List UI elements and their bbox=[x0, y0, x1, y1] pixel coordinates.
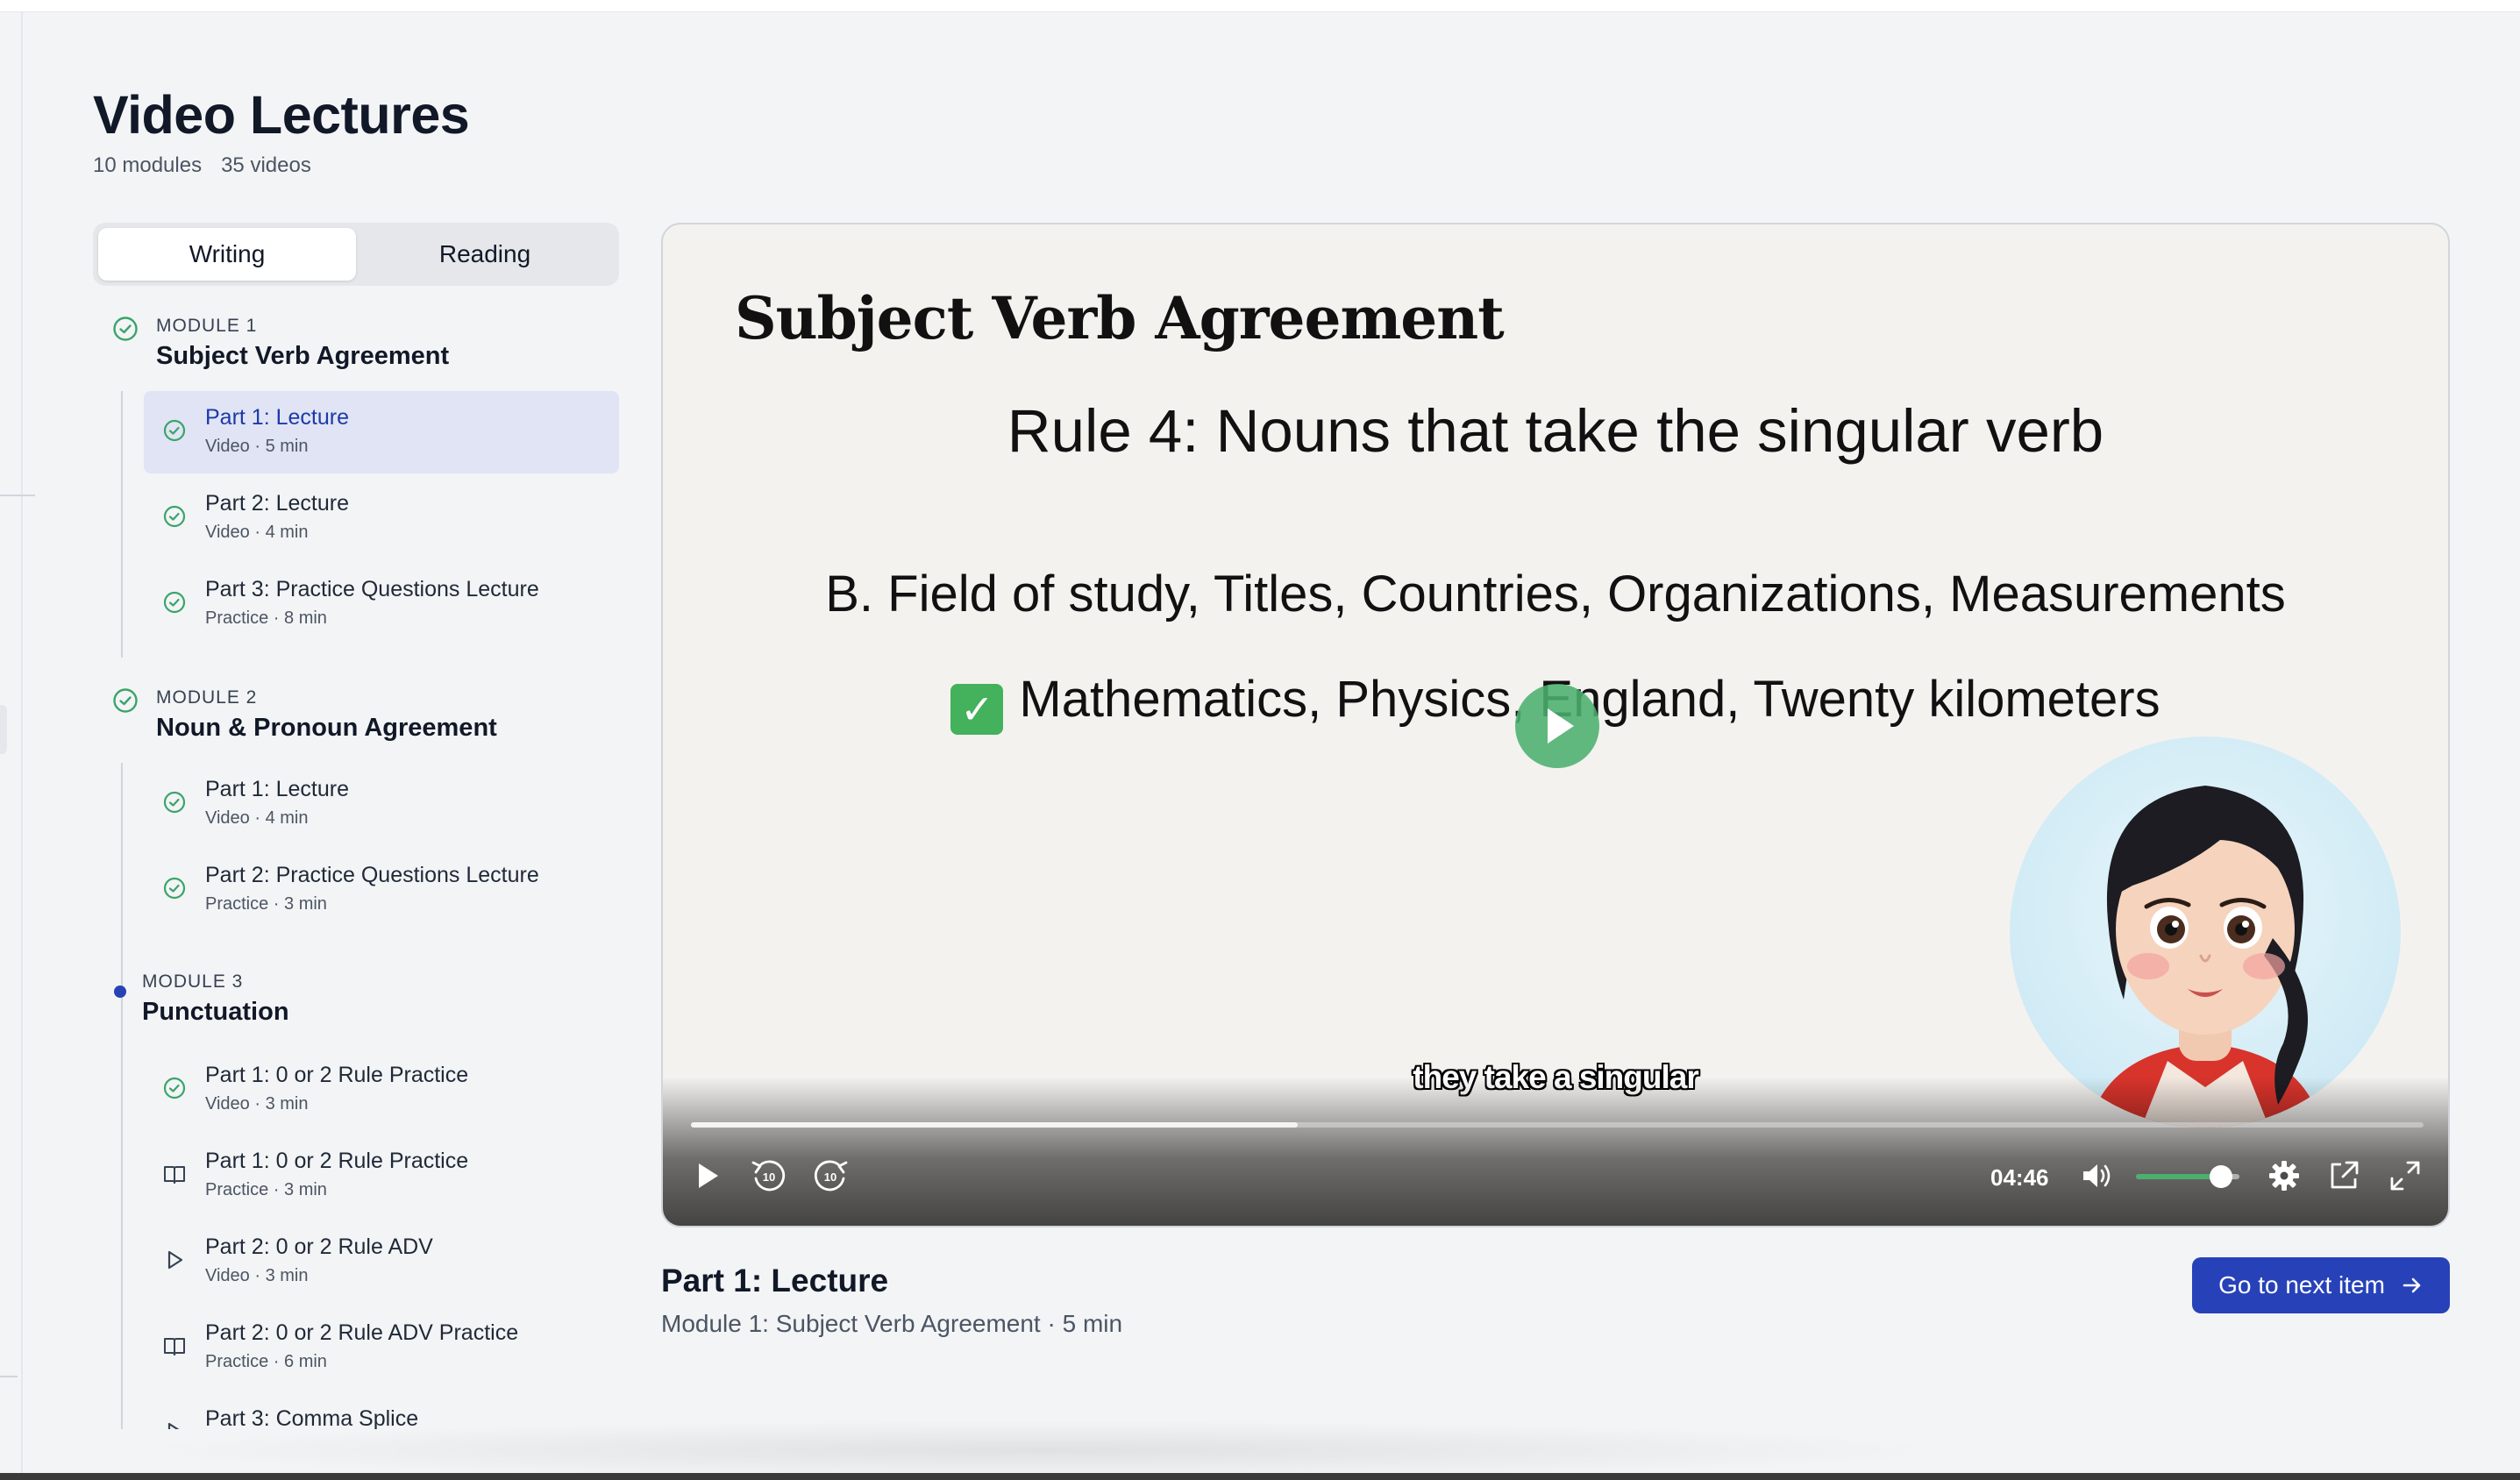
rewind-10-icon[interactable]: 10 bbox=[749, 1156, 789, 1196]
list-item-m1-part3[interactable]: Part 3: Practice Questions Lecture Pract… bbox=[144, 563, 619, 645]
module-sidebar: MODULE 1 Subject Verb Agreement Part 1: … bbox=[93, 303, 619, 1429]
item-title: Part 2: 0 or 2 Rule ADV Practice bbox=[205, 1320, 519, 1345]
rail-divider bbox=[0, 495, 35, 496]
check-circle-icon bbox=[163, 505, 186, 528]
item-subtitle: Practice · 6 min bbox=[205, 1352, 327, 1371]
slide-fields: B. Field of study, Titles, Countries, Or… bbox=[825, 566, 2286, 623]
bottom-shadow bbox=[123, 1420, 1964, 1480]
next-item-label: Go to next item bbox=[2218, 1271, 2385, 1299]
fullscreen-icon[interactable] bbox=[2385, 1156, 2425, 1196]
progress-fill bbox=[691, 1122, 1298, 1128]
item-title: Part 2: Lecture bbox=[205, 491, 349, 516]
module-guide-line bbox=[121, 1049, 123, 1429]
play-icon bbox=[167, 1250, 183, 1270]
rail-divider bbox=[0, 1376, 18, 1377]
lesson-title: Part 1: Lecture bbox=[661, 1263, 889, 1299]
item-title: Part 1: Lecture bbox=[205, 405, 349, 430]
list-item-m2-part1[interactable]: Part 1: Lecture Video · 4 min bbox=[144, 763, 619, 845]
slide-rule: Rule 4: Nouns that take the singular ver… bbox=[1007, 397, 2104, 465]
item-title: Part 3: Practice Questions Lecture bbox=[205, 577, 539, 601]
item-subtitle: Practice · 8 min bbox=[205, 608, 327, 628]
rewind-label: 10 bbox=[763, 1170, 775, 1184]
item-title: Part 1: 0 or 2 Rule Practice bbox=[205, 1149, 469, 1173]
volume-knob[interactable] bbox=[2209, 1165, 2232, 1188]
item-title: Part 2: 0 or 2 Rule ADV bbox=[205, 1235, 433, 1259]
module-label: MODULE 2 bbox=[156, 687, 258, 708]
arrow-right-icon bbox=[2403, 1277, 2421, 1293]
next-item-button[interactable]: Go to next item bbox=[2192, 1257, 2450, 1313]
book-icon bbox=[164, 1166, 185, 1184]
list-item-m3-part1-video[interactable]: Part 1: 0 or 2 Rule Practice Video · 3 m… bbox=[144, 1049, 619, 1131]
in-progress-dot bbox=[114, 985, 126, 998]
check-circle-icon bbox=[163, 1077, 186, 1099]
list-item-m1-part2[interactable]: Part 2: Lecture Video · 4 min bbox=[144, 477, 619, 559]
check-circle-icon bbox=[163, 419, 186, 442]
rail-collapse-handle[interactable] bbox=[0, 705, 7, 754]
module-label: MODULE 3 bbox=[142, 971, 244, 992]
check-circle-icon bbox=[163, 791, 186, 814]
item-subtitle: Practice · 3 min bbox=[205, 894, 327, 914]
module-title[interactable]: Subject Verb Agreement bbox=[156, 342, 449, 371]
item-subtitle: Video · 4 min bbox=[205, 523, 309, 542]
page-meta: 10 modules 35 videos bbox=[93, 153, 311, 178]
check-circle-icon bbox=[163, 591, 186, 614]
item-subtitle: Practice · 3 min bbox=[205, 1180, 327, 1199]
lesson-subtitle: Module 1: Subject Verb Agreement · 5 min bbox=[661, 1310, 1123, 1337]
tab-writing[interactable]: Writing bbox=[98, 228, 356, 281]
list-item-m2-part2[interactable]: Part 2: Practice Questions Lecture Pract… bbox=[144, 849, 619, 931]
gear-icon[interactable] bbox=[2264, 1156, 2304, 1196]
volume-slider[interactable] bbox=[2136, 1165, 2239, 1188]
modules-count: 10 modules bbox=[93, 153, 203, 177]
center-play-button[interactable] bbox=[1515, 684, 1599, 768]
course-tabs: Writing Reading bbox=[93, 223, 619, 286]
item-subtitle: Video · 3 min bbox=[205, 1094, 309, 1114]
window-bottom-edge bbox=[0, 1473, 2520, 1480]
item-title: Part 2: Practice Questions Lecture bbox=[205, 863, 539, 887]
module-guide-line bbox=[121, 391, 123, 658]
controls-overlay bbox=[663, 1077, 2448, 1226]
forward-10-icon[interactable]: 10 bbox=[810, 1156, 851, 1196]
progress-bar[interactable] bbox=[691, 1122, 2424, 1128]
check-circle-icon bbox=[113, 317, 138, 341]
top-bar bbox=[0, 0, 2520, 12]
checkmark-icon: ✓ bbox=[950, 684, 1004, 735]
item-subtitle: Video · 4 min bbox=[205, 808, 309, 828]
module-label: MODULE 1 bbox=[156, 316, 258, 336]
item-subtitle: Video · 3 min bbox=[205, 1266, 309, 1285]
left-rail bbox=[0, 12, 35, 1480]
list-item-m3-part2-video[interactable]: Part 2: 0 or 2 Rule ADV Video · 3 min bbox=[144, 1220, 619, 1303]
video-player[interactable]: Subject Verb Agreement Rule 4: Nouns tha… bbox=[661, 223, 2450, 1227]
slide-heading: Subject Verb Agreement bbox=[735, 284, 1505, 352]
pop-out-icon[interactable] bbox=[2324, 1156, 2364, 1196]
check-circle-icon bbox=[113, 688, 138, 713]
page-title: Video Lectures bbox=[93, 85, 470, 145]
book-icon bbox=[164, 1338, 185, 1355]
videos-count: 35 videos bbox=[221, 153, 311, 177]
volume-fill bbox=[2136, 1174, 2221, 1179]
module-title[interactable]: Noun & Pronoun Agreement bbox=[156, 714, 497, 743]
check-circle-icon bbox=[163, 877, 186, 900]
volume-icon[interactable] bbox=[2076, 1156, 2117, 1196]
list-item-m3-part1-practice[interactable]: Part 1: 0 or 2 Rule Practice Practice · … bbox=[144, 1135, 619, 1217]
tab-reading[interactable]: Reading bbox=[356, 228, 614, 281]
play-icon[interactable] bbox=[687, 1156, 728, 1196]
time-display: 04:46 bbox=[1990, 1164, 2049, 1191]
item-title: Part 1: 0 or 2 Rule Practice bbox=[205, 1063, 469, 1087]
forward-label: 10 bbox=[824, 1170, 836, 1184]
list-item-m1-part1[interactable]: Part 1: Lecture Video · 5 min bbox=[144, 391, 619, 473]
module-title[interactable]: Punctuation bbox=[142, 998, 289, 1027]
list-item-m3-part2-practice[interactable]: Part 2: 0 or 2 Rule ADV Practice Practic… bbox=[144, 1306, 619, 1389]
item-title: Part 1: Lecture bbox=[205, 777, 349, 801]
item-subtitle: Video · 5 min bbox=[205, 437, 309, 456]
